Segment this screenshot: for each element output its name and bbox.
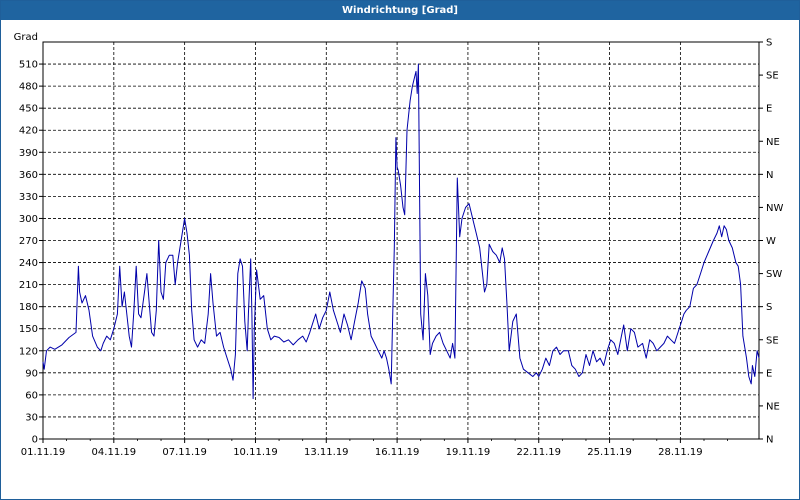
y-tick-label: 300 xyxy=(19,214,38,225)
y-tick-label: 270 xyxy=(19,236,38,247)
y-tick-label: 240 xyxy=(19,258,38,269)
y-tick-label: 0 xyxy=(32,435,38,446)
y-tick-label: 120 xyxy=(19,346,38,357)
right-tick-label: S xyxy=(766,302,772,313)
chart: 0 30 60 90 120 150 180 210 240 270 300 330 360 390 420… xyxy=(14,32,784,458)
right-tick-label: NW xyxy=(766,203,783,214)
right-tick-label: N xyxy=(766,170,773,181)
right-tick-label: NE xyxy=(766,137,780,148)
chart-window: Windrichtung [Grad] 0 30 60 90 120 150 180 210 2… xyxy=(0,0,800,500)
y-tick-label: 330 xyxy=(19,192,38,203)
x-tick-label: 19.11.19 xyxy=(446,447,491,458)
x-tick-label: 25.11.19 xyxy=(587,447,632,458)
right-tick-label: W xyxy=(766,236,776,247)
right-tick-label: E xyxy=(766,104,772,115)
right-tick-label: S xyxy=(766,38,772,49)
y-tick-label: 210 xyxy=(19,280,38,291)
right-tick-label: E xyxy=(766,368,772,379)
y-axis-label: Grad xyxy=(14,32,38,43)
right-tick-label: SW xyxy=(766,269,782,280)
x-tick-label: 22.11.19 xyxy=(516,447,561,458)
y-tick-label: 30 xyxy=(25,412,38,423)
right-tick-label: SE xyxy=(766,71,779,82)
x-tick-label: 28.11.19 xyxy=(658,447,703,458)
y-tick-label: 450 xyxy=(19,104,38,115)
y-tick-label: 180 xyxy=(19,302,38,313)
x-tick-label: 07.11.19 xyxy=(162,447,207,458)
x-tick-label: 10.11.19 xyxy=(233,447,278,458)
y-tick-label: 420 xyxy=(19,126,38,137)
x-tick-label: 01.11.19 xyxy=(21,447,66,458)
y-tick-label: 60 xyxy=(25,390,38,401)
data-line xyxy=(42,63,760,400)
y-tick-label: 480 xyxy=(19,82,38,93)
x-tick-label: 13.11.19 xyxy=(304,447,349,458)
right-tick-label: SE xyxy=(766,335,779,346)
window-title: Windrichtung [Grad] xyxy=(1,1,799,20)
y-tick-label: 360 xyxy=(19,170,38,181)
y-tick-label: 390 xyxy=(19,148,38,159)
y-tick-label: 510 xyxy=(19,60,38,71)
x-tick-label: 04.11.19 xyxy=(92,447,137,458)
right-tick-label: NE xyxy=(766,401,780,412)
x-tick-label: 16.11.19 xyxy=(375,447,420,458)
y-tick-label: 150 xyxy=(19,324,38,335)
right-tick-label: N xyxy=(766,435,773,446)
y-tick-label: 90 xyxy=(25,368,38,379)
